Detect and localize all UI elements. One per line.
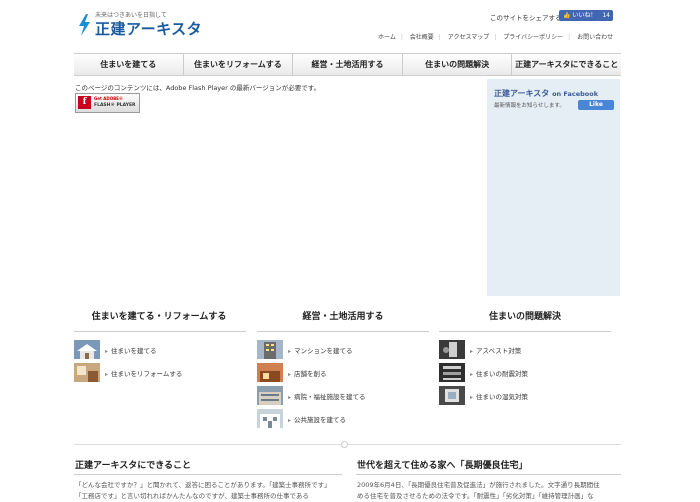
divider	[74, 474, 342, 475]
section-title-problems: 住まいの問題解決	[488, 312, 561, 322]
facebook-panel	[487, 79, 620, 296]
about-text: 「どんな会社ですか？」と聞かれて、返答に困ることがあります。「建築士事務所です」…	[75, 480, 343, 502]
topnav-contact[interactable]: お問い合わせ	[577, 32, 613, 41]
facebook-suffix: on Facebook	[552, 90, 599, 98]
link-label: 店舗を創る	[288, 368, 327, 378]
logo-icon[interactable]	[77, 14, 91, 36]
house-photo-icon	[74, 340, 100, 359]
divider	[257, 331, 429, 332]
get-flash-player-button[interactable]: f Get ADOBE® FLASH® PLAYER	[75, 93, 140, 113]
long-life-housing-text: 2009年6月4日、「長期優良住宅普及促進法」が施行されました。文字通り長期間住…	[357, 480, 621, 502]
divider-dot	[341, 441, 348, 448]
mainnav-reform[interactable]: 住まいをリフォームする	[184, 54, 294, 75]
long-life-text-line: める住宅を普及させるための法令です。「耐震性」「劣化対策」「維持管理計画」な	[357, 492, 594, 500]
long-life-housing-title: 世代を超えて住める家へ「長期優良住宅」	[357, 461, 528, 471]
link-label: 住まいをリフォームする	[105, 368, 182, 378]
link-reform-home[interactable]: 住まいをリフォームする	[74, 363, 246, 382]
long-life-text-line: 2009年6月4日、「長期優良住宅普及促進法」が施行されました。文字通り長期間住	[357, 481, 600, 489]
about-text-line: 「工務店です」と言い切れればかんたんなのですが、建築士事務所の仕事である	[75, 492, 309, 500]
public-building-photo-icon	[257, 409, 283, 428]
link-build-home[interactable]: 住まいを建てる	[74, 340, 246, 359]
top-utility-nav: ホーム | 会社概要 | アクセスマップ | プライバシーポリシー | お問い合わせ	[378, 32, 614, 41]
section-title-business: 経営・土地活用する	[302, 312, 384, 322]
link-earthquake[interactable]: 住まいの耐震対策	[439, 363, 611, 382]
about-title: 正建アーキスタにできること	[75, 461, 192, 471]
asbestos-photo-icon	[439, 340, 465, 359]
like-count: 14	[602, 12, 610, 19]
hospital-photo-icon	[257, 386, 283, 405]
link-hospital[interactable]: 病院・福祉施設を建てる	[257, 386, 429, 405]
interior-photo-icon	[74, 363, 100, 382]
mainnav-build[interactable]: 住まいを建てる	[74, 54, 184, 75]
link-label: マンションを建てる	[288, 345, 353, 355]
mainnav-business[interactable]: 経営・土地活用する	[293, 54, 403, 75]
link-humidity[interactable]: 住まいの湿気対策	[439, 386, 611, 405]
facebook-panel-subtitle: 最新情報をお知らせします。	[494, 103, 565, 109]
divider	[356, 474, 621, 475]
main-nav: 住まいを建てる 住まいをリフォームする 経営・土地活用する 住まいの問題解決 正…	[74, 53, 621, 76]
about-text-line: 「どんな会社ですか？」と聞かれて、返答に困ることがあります。「建築士事務所です」	[75, 481, 331, 489]
facebook-panel-title[interactable]: 正建アーキスタ on Facebook	[494, 88, 598, 99]
facebook-panel-like-button[interactable]: Like	[578, 100, 614, 110]
link-label: 病院・福祉施設を建てる	[288, 391, 366, 401]
flash-btn-line2: FLASH® PLAYER	[94, 103, 136, 108]
link-apartment[interactable]: マンションを建てる	[257, 340, 429, 359]
link-label: 公共施設を建てる	[288, 414, 346, 424]
divider	[74, 331, 246, 332]
flash-logo-icon: f	[78, 96, 91, 109]
link-label: 住まいの耐震対策	[470, 368, 528, 378]
humidity-photo-icon	[439, 386, 465, 405]
mainnav-problems[interactable]: 住まいの問題解決	[403, 54, 513, 75]
facebook-like-button[interactable]: 👍 いいね！ 14	[559, 10, 613, 21]
flash-required-message: このページのコンテンツには、Adobe Flash Player の最新バージョ…	[75, 84, 321, 92]
thumbs-up-icon: 👍	[563, 12, 571, 19]
topnav-privacy[interactable]: プライバシーポリシー	[503, 32, 563, 41]
flash-btn-line1: Get ADOBE®	[94, 96, 123, 101]
like-label: いいね！	[572, 12, 597, 19]
link-store[interactable]: 店舗を創る	[257, 363, 429, 382]
earthquake-photo-icon	[439, 363, 465, 382]
link-label: 住まいの湿気対策	[470, 391, 528, 401]
store-photo-icon	[257, 363, 283, 382]
link-label: アスベスト対策	[470, 345, 521, 355]
facebook-page-name: 正建アーキスタ	[494, 89, 550, 98]
topnav-access[interactable]: アクセスマップ	[448, 32, 490, 41]
section-title-build-reform: 住まいを建てる・リフォームする	[91, 312, 227, 322]
apartment-photo-icon	[257, 340, 283, 359]
site-logo-text[interactable]: 正建アーキスタ	[95, 18, 202, 39]
link-label: 住まいを建てる	[105, 345, 157, 355]
share-label: このサイトをシェアする	[490, 14, 562, 22]
divider	[439, 331, 611, 332]
link-public-facility[interactable]: 公共施設を建てる	[257, 409, 429, 428]
topnav-company[interactable]: 会社概要	[410, 32, 434, 41]
topnav-home[interactable]: ホーム	[378, 32, 396, 41]
link-asbestos[interactable]: アスベスト対策	[439, 340, 611, 359]
mainnav-about[interactable]: 正建アーキスタにできること	[512, 54, 621, 75]
